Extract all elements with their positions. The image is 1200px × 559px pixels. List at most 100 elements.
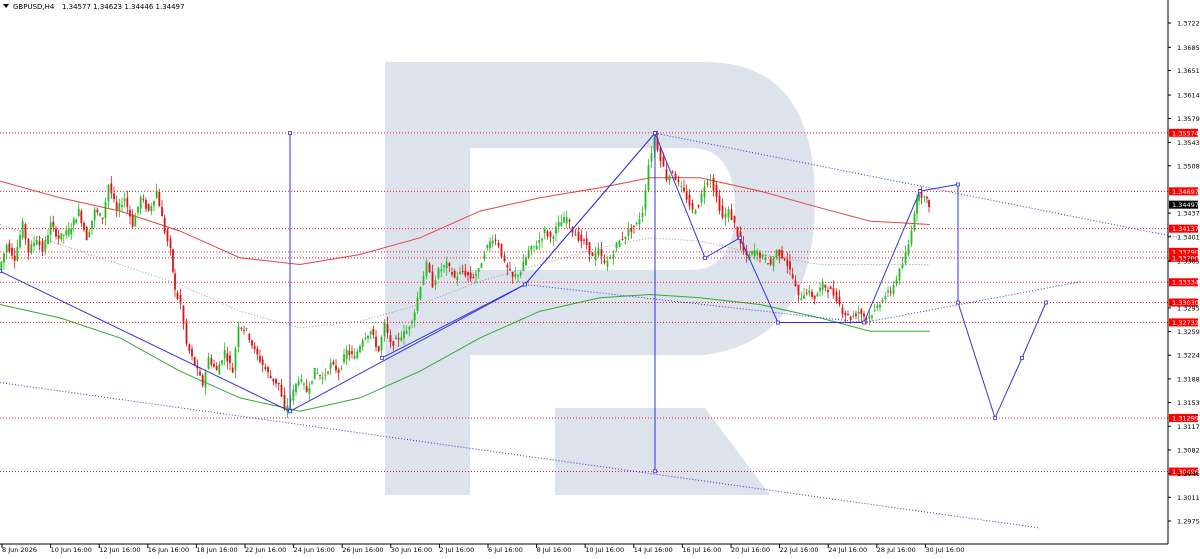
candle-bear bbox=[506, 264, 509, 268]
candle-bull bbox=[321, 377, 324, 379]
candle-bear bbox=[730, 209, 733, 220]
candle-bear bbox=[269, 376, 272, 379]
candle-bull bbox=[408, 326, 411, 330]
candle-bear bbox=[158, 191, 161, 207]
candle-bull bbox=[483, 254, 486, 260]
candle-bear bbox=[461, 271, 464, 273]
candle-bear bbox=[500, 243, 503, 257]
candle-bear bbox=[824, 285, 827, 288]
candle-bull bbox=[237, 326, 240, 348]
candle-bull bbox=[383, 322, 386, 337]
candle-bear bbox=[855, 313, 857, 316]
candle-bull bbox=[907, 244, 910, 256]
price-level-label: 1.34137 bbox=[1172, 225, 1199, 233]
y-tick-label: 1.33650 bbox=[1177, 258, 1200, 266]
candle-bull bbox=[121, 205, 123, 208]
candle-bull bbox=[311, 381, 313, 384]
candle-bear bbox=[574, 234, 577, 236]
candle-bull bbox=[44, 240, 47, 252]
candle-bull bbox=[419, 287, 422, 300]
candle-bull bbox=[910, 230, 913, 245]
candle-bear bbox=[248, 333, 251, 341]
channel-line bbox=[0, 382, 1041, 529]
candle-bull bbox=[644, 190, 647, 210]
candle-bear bbox=[193, 357, 196, 366]
candle-bear bbox=[253, 345, 256, 350]
candle-bear bbox=[243, 329, 245, 331]
candle-bull bbox=[868, 315, 871, 319]
candle-bear bbox=[24, 224, 27, 239]
current-price-label: 1.34497 bbox=[1172, 201, 1199, 209]
candle-bear bbox=[185, 321, 188, 344]
ohlc-label: 1.34577 1.34623 1.34446 1.34497 bbox=[62, 3, 184, 11]
candle-bull bbox=[514, 274, 517, 277]
candle-bear bbox=[568, 219, 571, 222]
candle-bear bbox=[494, 239, 497, 241]
candle-bear bbox=[583, 239, 585, 241]
candle-bull bbox=[530, 246, 533, 251]
candle-bull bbox=[668, 175, 671, 181]
candle-bear bbox=[811, 291, 813, 297]
candle-bull bbox=[808, 290, 811, 294]
candle-bear bbox=[841, 307, 844, 315]
candle-bull bbox=[316, 373, 319, 375]
y-tick-label: 1.36855 bbox=[1177, 44, 1200, 52]
candle-bull bbox=[879, 304, 881, 308]
candle-bear bbox=[600, 249, 603, 257]
candle-bull bbox=[134, 215, 137, 227]
candle-bear bbox=[926, 197, 928, 199]
candle-bear bbox=[849, 316, 852, 320]
candle-bear bbox=[261, 359, 264, 366]
candle-bear bbox=[145, 200, 147, 209]
candle-bull bbox=[292, 389, 295, 401]
candle-bull bbox=[343, 354, 345, 363]
x-tick-label: 8 Jun 2026 bbox=[2, 546, 37, 554]
y-tick-label: 1.32240 bbox=[1177, 352, 1200, 360]
x-tick-label: 12 Jun 16:00 bbox=[99, 546, 140, 554]
y-tick-label: 1.30110 bbox=[1177, 494, 1200, 502]
candle-bull bbox=[245, 328, 248, 330]
x-tick-label: 30 Jun 16:00 bbox=[391, 546, 432, 554]
candle-bear bbox=[210, 358, 213, 365]
candle-bull bbox=[422, 276, 425, 286]
candle-bear bbox=[863, 313, 865, 317]
candle-bear bbox=[113, 193, 115, 200]
candle-bull bbox=[873, 309, 876, 311]
price-level-label: 1.33334 bbox=[1172, 279, 1199, 287]
x-tick-label: 10 Jun 16:00 bbox=[51, 546, 92, 554]
candle-bear bbox=[759, 252, 761, 259]
candle-bear bbox=[469, 272, 472, 279]
candle-bull bbox=[533, 246, 535, 248]
candle-bear bbox=[201, 375, 204, 386]
vertical-marker-node bbox=[288, 409, 292, 414]
forecast-node bbox=[993, 416, 997, 420]
candle-bear bbox=[392, 341, 395, 346]
candle-bear bbox=[389, 335, 392, 343]
candle-bull bbox=[353, 355, 356, 359]
candle-bull bbox=[400, 337, 403, 341]
candle-bull bbox=[62, 234, 65, 236]
candle-bear bbox=[372, 328, 375, 335]
candle-bear bbox=[337, 369, 340, 373]
candle-bear bbox=[52, 221, 55, 227]
candle-bull bbox=[647, 165, 650, 191]
candle-bull bbox=[552, 236, 555, 239]
collapse-triangle-icon[interactable] bbox=[3, 4, 9, 8]
candle-bull bbox=[75, 219, 78, 224]
x-tick-label: 6 Jul 16:00 bbox=[488, 546, 523, 554]
candle-bull bbox=[486, 244, 489, 249]
candle-bear bbox=[453, 270, 456, 278]
y-tick-label: 1.31530 bbox=[1177, 399, 1200, 407]
candle-bear bbox=[503, 256, 506, 262]
candle-bear bbox=[580, 234, 583, 241]
candle-bear bbox=[827, 289, 829, 293]
candle-bear bbox=[131, 214, 134, 227]
y-tick-label: 1.32595 bbox=[1177, 328, 1200, 336]
candle-bull bbox=[852, 315, 855, 317]
candle-bull bbox=[892, 284, 895, 294]
candle-bear bbox=[671, 171, 674, 173]
candle-bear bbox=[665, 169, 668, 180]
candle-bull bbox=[221, 360, 223, 364]
x-tick-label: 22 Jun 16:00 bbox=[245, 546, 286, 554]
candle-bear bbox=[176, 292, 179, 299]
